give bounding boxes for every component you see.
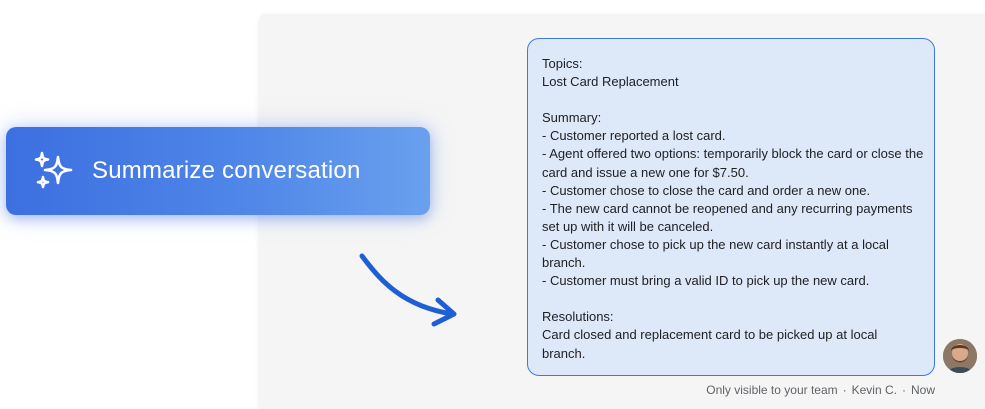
summary-spacer (542, 91, 924, 109)
summary-point: - Customer reported a lost card. (542, 128, 726, 144)
summary-point: - Customer chose to pick up the new card… (542, 236, 889, 271)
resolutions-value: Card closed and replacement card to be p… (542, 327, 878, 361)
timestamp: Now (910, 383, 935, 397)
summarize-conversation-button[interactable]: Summarize conversation (6, 127, 430, 215)
author-name: Kevin C. (851, 383, 897, 397)
summary-point: - Customer chose to close the card and o… (542, 182, 871, 198)
visibility-note: Only visible to your team (706, 383, 838, 397)
message-meta: Only visible to your team · Kevin C. · Now (706, 383, 935, 397)
meta-separator: · (901, 383, 906, 397)
summary-message-bubble: Topics: Lost Card Replacement Summary: -… (527, 38, 935, 376)
summary-heading: Summary: (542, 110, 602, 126)
sparkle-icon (30, 147, 78, 195)
agent-avatar (943, 339, 977, 373)
curved-arrow-icon (359, 253, 457, 327)
meta-separator: · (842, 383, 847, 397)
summary-point: - Agent offered two options: temporarily… (542, 146, 924, 180)
summary-topic-value: Lost Card Replacement (542, 74, 679, 90)
summary-topics-heading: Topics: (542, 56, 583, 71)
summarize-button-label: Summarize conversation (92, 157, 361, 184)
summary-spacer (542, 290, 924, 308)
resolutions-heading: Resolutions: (542, 309, 614, 325)
summary-point: - The new card cannot be reopened and an… (542, 200, 913, 234)
summary-point: - Customer must bring a valid ID to pick… (542, 273, 870, 289)
